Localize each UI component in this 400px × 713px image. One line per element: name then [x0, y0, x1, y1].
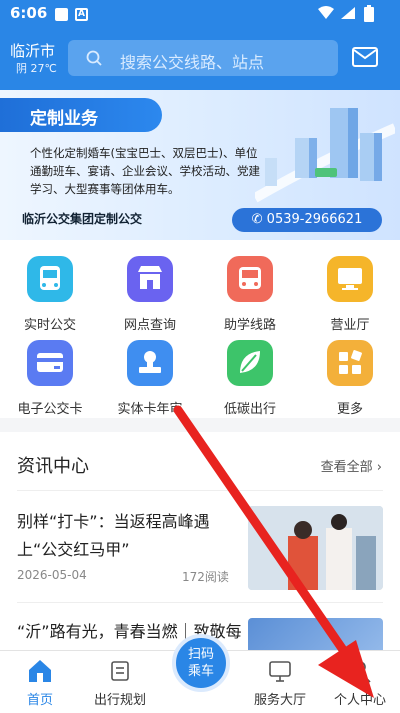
tab-home[interactable]: 首页 [0, 651, 80, 713]
service-label: 电子公交卡 [17, 402, 83, 417]
leaf-icon [227, 340, 273, 386]
news-item-reads: 172阅读 [182, 570, 229, 584]
service-outlet-query[interactable]: 网点查询 [100, 246, 200, 334]
tab-service-hall[interactable]: 服务大厅 [240, 651, 320, 713]
search-placeholder: 搜索公交线路、站点 [120, 53, 265, 72]
banner-phone-number: 0539-2966621 [266, 212, 363, 227]
tab-trip-planning[interactable]: 出行规划 [80, 651, 160, 713]
banner-description: 个性化定制婚车(宝宝巴士、双层巴士)、单位通勤班车、宴请、企业会议、学校活动、党… [30, 146, 260, 196]
wifi-icon [318, 6, 334, 19]
battery-icon [364, 5, 374, 22]
user-icon [349, 661, 371, 683]
chevron-right-icon: › [376, 460, 382, 475]
route-icon [111, 661, 129, 681]
app-header: 6:06 A 临沂市 阴 27℃ 搜索公交线路、站点 [0, 0, 400, 90]
search-input[interactable]: 搜索公交线路、站点 [68, 40, 338, 76]
news-item-image[interactable] [248, 506, 383, 590]
service-label: 低碳出行 [223, 402, 276, 417]
signal-icon [341, 7, 355, 19]
news-section: 资讯中心 查看全部 › 别样“打卡”：当返程高峰遇上“公交红马甲” 2026-0… [0, 432, 400, 688]
keyboard-icon: A [75, 8, 88, 21]
banner-company: 临沂公交集团定制公交 [22, 212, 143, 226]
news-item-title[interactable]: 别样“打卡”：当返程高峰遇上“公交红马甲” [17, 508, 237, 564]
service-card-annual-review[interactable]: 实体卡年审 [100, 330, 200, 418]
notification-icon [55, 8, 68, 21]
store-icon [127, 256, 173, 302]
home-icon [29, 660, 51, 682]
monitor-icon [327, 256, 373, 302]
weather-text: 阴 27℃ [16, 62, 57, 75]
stamp-icon [127, 340, 173, 386]
status-time: 6:06 [10, 4, 48, 22]
school-bus-icon [227, 256, 273, 302]
service-more[interactable]: 更多 [300, 330, 400, 418]
service-e-card[interactable]: 电子公交卡 [0, 330, 100, 418]
scan-label-line1: 扫码 [187, 647, 214, 662]
bus-icon [27, 256, 73, 302]
scan-to-ride-button[interactable]: 扫码 乘车 [172, 634, 230, 692]
service-label: 实体卡年审 [117, 402, 183, 417]
tab-profile[interactable]: 个人中心 [320, 651, 400, 713]
city-illustration [255, 108, 395, 203]
banner-tag: 定制业务 [0, 98, 162, 132]
divider [17, 602, 383, 603]
tab-label: 首页 [26, 693, 53, 708]
monitor-icon [269, 661, 291, 682]
status-bar: 6:06 A [0, 0, 400, 28]
tab-label: 出行规划 [93, 693, 146, 708]
card-icon [27, 340, 73, 386]
scan-label-line2: 乘车 [187, 664, 214, 679]
service-realtime-bus[interactable]: 实时公交 [0, 246, 100, 334]
view-all-link[interactable]: 查看全部 › [321, 456, 382, 475]
service-school-route[interactable]: 助学线路 [200, 246, 300, 334]
service-low-carbon[interactable]: 低碳出行 [200, 330, 300, 418]
city-name[interactable]: 临沂市 [10, 40, 55, 61]
news-item-date: 2026-05-04 [17, 568, 87, 582]
service-label: 更多 [336, 402, 363, 417]
view-all-label: 查看全部 [320, 460, 373, 475]
mail-icon[interactable] [352, 47, 378, 67]
divider [17, 490, 383, 491]
custom-service-banner[interactable]: 定制业务 个性化定制婚车(宝宝巴士、双层巴士)、单位通勤班车、宴请、企业会议、学… [0, 90, 400, 240]
service-grid: 实时公交 网点查询 助学线路 营业厅 电子公交卡 实体卡年审 低碳出行 更多 [0, 240, 400, 418]
service-business-hall[interactable]: 营业厅 [300, 246, 400, 334]
banner-phone[interactable]: ✆ 0539-2966621 [232, 208, 382, 232]
grid-more-icon [327, 340, 373, 386]
banner-title: 定制业务 [30, 109, 98, 129]
news-section-title: 资讯中心 [17, 456, 89, 477]
tab-label: 服务大厅 [253, 693, 306, 708]
search-icon [86, 50, 102, 66]
tab-label: 个人中心 [333, 693, 386, 708]
